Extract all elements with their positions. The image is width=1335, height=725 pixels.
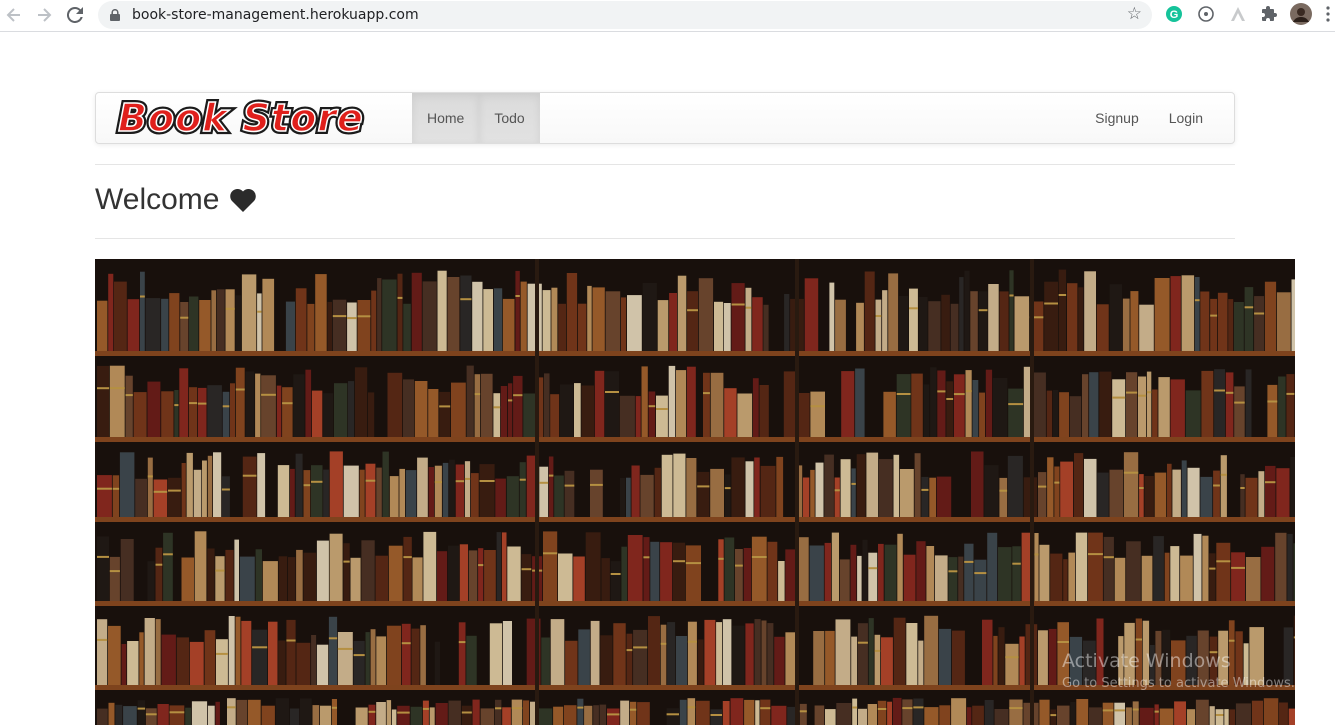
nav-todo-link[interactable]: Todo	[479, 93, 540, 143]
heart-icon	[230, 188, 257, 212]
puzzle-icon[interactable]	[1260, 4, 1280, 24]
lock-icon	[110, 9, 120, 21]
nav-left: Home Todo	[412, 93, 540, 143]
divider-bottom	[95, 238, 1235, 239]
brand-text: Book Store	[118, 96, 364, 140]
page-container: Book Store Book Store Home Todo Signup L…	[95, 92, 1235, 144]
extension-icon[interactable]	[1228, 4, 1248, 24]
windows-activation-watermark: Activate Windows Go to Settings to activ…	[1062, 650, 1295, 691]
navbar: Book Store Book Store Home Todo Signup L…	[95, 92, 1235, 144]
forward-arrow-icon[interactable]	[32, 3, 56, 27]
url-text: book-store-management.herokuapp.com	[132, 7, 419, 23]
brand-logo[interactable]: Book Store Book Store	[112, 93, 412, 143]
menu-icon[interactable]	[1322, 4, 1334, 24]
page-title: Welcome	[95, 183, 257, 217]
nav-right: Signup Login	[1080, 93, 1218, 143]
watermark-subtitle: Go to Settings to activate Windows.	[1062, 676, 1295, 691]
browser-toolbar: book-store-management.herokuapp.com ☆ G	[0, 0, 1335, 32]
address-bar[interactable]: book-store-management.herokuapp.com ☆	[98, 1, 1152, 29]
watermark-title: Activate Windows	[1062, 650, 1231, 672]
back-arrow-icon[interactable]	[2, 3, 26, 27]
welcome-heading: Welcome	[95, 183, 220, 216]
reload-icon[interactable]	[63, 3, 87, 27]
extension-icon[interactable]	[1196, 4, 1216, 24]
star-icon[interactable]: ☆	[1127, 4, 1142, 24]
nav-home-link[interactable]: Home	[412, 93, 480, 143]
divider-top	[95, 164, 1235, 165]
signup-link[interactable]: Signup	[1080, 93, 1154, 143]
svg-text:G: G	[1170, 9, 1179, 21]
profile-avatar[interactable]	[1290, 3, 1312, 25]
login-link[interactable]: Login	[1154, 93, 1218, 143]
grammarly-icon[interactable]: G	[1164, 4, 1184, 24]
